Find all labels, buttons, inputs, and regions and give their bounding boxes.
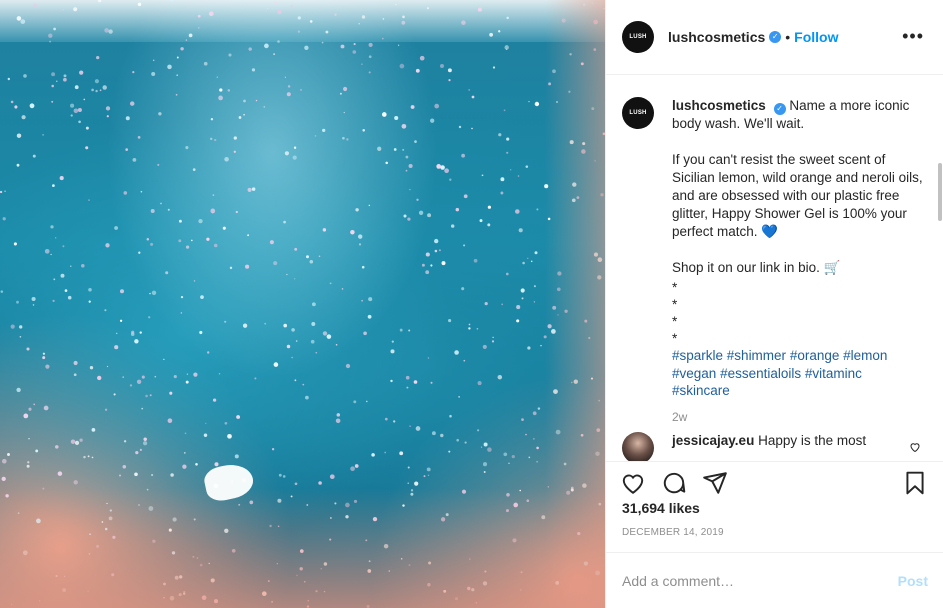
caption-avatar[interactable]: LUSH	[622, 97, 654, 129]
comments-scrollbar[interactable]	[938, 163, 942, 221]
header-username[interactable]: lushcosmetics	[668, 29, 765, 45]
hashtags: #sparkle #shimmer #orange #lemon #vegan …	[672, 347, 927, 400]
likes-count[interactable]: 31,694 likes	[622, 500, 700, 516]
hashtag-link[interactable]: #orange	[790, 348, 840, 363]
post-image[interactable]	[0, 0, 605, 608]
comments-section[interactable]: LUSH lushcosmetics ✓ Name a more iconic …	[606, 75, 943, 461]
caption: LUSH lushcosmetics ✓ Name a more iconic …	[622, 97, 927, 400]
comment-input[interactable]	[622, 572, 898, 589]
add-comment-bar: Post	[606, 552, 943, 608]
post-date[interactable]: DECEMBER 14, 2019	[622, 527, 724, 538]
caption-age[interactable]: 2w	[672, 410, 687, 424]
verified-badge-icon: ✓	[769, 31, 782, 43]
star-line: *	[672, 297, 678, 312]
separator-dot: •	[785, 29, 791, 45]
caption-paragraph: If you can't resist the sweet scent of S…	[672, 152, 923, 239]
caption-username[interactable]: lushcosmetics	[672, 98, 766, 113]
bookmark-icon[interactable]	[902, 470, 930, 498]
more-options-icon[interactable]: •••	[902, 27, 924, 45]
hashtag-link[interactable]: #vegan	[672, 366, 716, 381]
caption-shop-line: Shop it on our link in bio. 🛒	[672, 260, 841, 275]
star-line: *	[672, 314, 678, 329]
hashtag-link[interactable]: #lemon	[843, 348, 887, 363]
hashtag-link[interactable]: #vitaminc	[805, 366, 862, 381]
hashtag-link[interactable]: #skincare	[672, 383, 730, 398]
verified-badge-icon: ✓	[773, 103, 786, 115]
caption-body: lushcosmetics ✓ Name a more iconic body …	[672, 97, 927, 400]
hashtag-link[interactable]: #essentialoils	[720, 366, 801, 381]
hashtag-link[interactable]: #sparkle	[672, 348, 723, 363]
profile-avatar[interactable]: LUSH	[622, 21, 654, 53]
star-line: *	[672, 280, 678, 295]
comment-text: jessicajay.eu Happy is the most	[672, 433, 866, 448]
caption-first-line: lushcosmetics ✓ Name a more iconic body …	[672, 97, 927, 133]
comment-item: jessicajay.eu Happy is the most	[622, 432, 927, 461]
star-line: *	[672, 331, 678, 346]
hashtag-link[interactable]: #shimmer	[727, 348, 786, 363]
post-comment-button[interactable]: Post	[898, 573, 928, 589]
commenter-username[interactable]: jessicajay.eu	[672, 433, 754, 448]
comment-icon[interactable]	[661, 470, 689, 498]
image-bottom-glow	[0, 488, 605, 608]
commenter-avatar[interactable]	[622, 432, 654, 461]
share-icon[interactable]	[702, 470, 730, 498]
caption-stars: * * * *	[672, 279, 927, 347]
follow-button[interactable]: Follow	[794, 29, 838, 45]
comment-body: Happy is the most	[758, 433, 867, 448]
post-header: LUSH lushcosmetics ✓ • Follow •••	[606, 0, 943, 75]
heart-icon[interactable]	[620, 470, 648, 498]
comment-like-heart-icon[interactable]	[909, 441, 921, 453]
post-panel: LUSH lushcosmetics ✓ • Follow ••• LUSH l…	[605, 0, 943, 608]
